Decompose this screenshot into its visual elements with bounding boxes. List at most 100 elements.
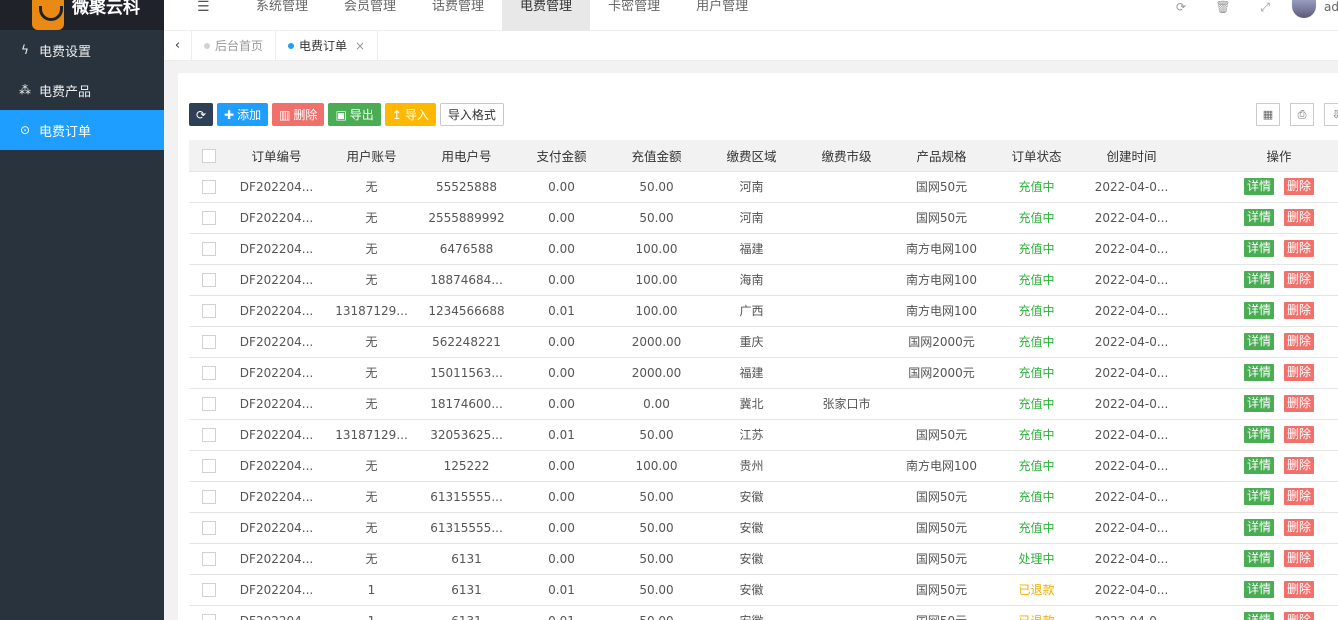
detail-button[interactable]: 详情 (1243, 209, 1274, 226)
row-delete-button[interactable]: 删除 (1284, 457, 1315, 474)
row-delete-button[interactable]: 删除 (1284, 364, 1315, 381)
avatar[interactable] (1292, 0, 1316, 18)
status-cell: 充值中 (989, 419, 1084, 451)
nav-electricity[interactable]: 电费管理 (502, 0, 591, 31)
detail-button[interactable]: 详情 (1243, 271, 1274, 288)
checkbox[interactable] (202, 210, 216, 225)
checkbox[interactable] (202, 303, 216, 318)
menu-toggle-icon[interactable]: ☰ (197, 0, 210, 18)
row-delete-button[interactable]: 删除 (1284, 581, 1315, 598)
trash-icon[interactable]: 🗑 (1202, 0, 1244, 14)
row-delete-button[interactable]: 删除 (1284, 178, 1315, 195)
status-cell: 充值中 (989, 388, 1084, 420)
checkbox[interactable] (202, 365, 216, 380)
delete-button[interactable]: ▥ 删除 (272, 103, 325, 126)
row-delete-button[interactable]: 删除 (1284, 395, 1315, 412)
username[interactable]: admin (1324, 0, 1338, 14)
row-select[interactable] (189, 233, 229, 265)
row-delete-button[interactable]: 删除 (1284, 271, 1315, 288)
sidebar-item-electricity-orders[interactable]: ⊙ 电费订单 (0, 110, 164, 150)
plus-icon: ✚ (224, 107, 235, 122)
row-delete-button[interactable]: 删除 (1284, 333, 1315, 350)
add-button[interactable]: ✚ 添加 (217, 103, 269, 126)
table-cell (799, 481, 894, 513)
nav-users[interactable]: 用户管理 (678, 0, 766, 31)
row-select[interactable] (189, 574, 229, 606)
columns-icon[interactable]: ▦ (1256, 103, 1280, 126)
table-cell: 50.00 (609, 419, 704, 451)
export-button[interactable]: ▣ 导出 (328, 103, 381, 126)
row-select[interactable] (189, 543, 229, 575)
row-select[interactable] (189, 326, 229, 358)
row-select[interactable] (189, 419, 229, 451)
row-select[interactable] (189, 512, 229, 544)
table-cell (799, 171, 894, 203)
detail-button[interactable]: 详情 (1243, 488, 1274, 505)
nav-phone-bill[interactable]: 话费管理 (414, 0, 502, 31)
row-delete-button[interactable]: 删除 (1284, 426, 1315, 443)
row-delete-button[interactable]: 删除 (1284, 519, 1315, 536)
checkbox[interactable] (202, 241, 216, 256)
checkbox[interactable] (202, 396, 216, 411)
nav-card-keys[interactable]: 卡密管理 (590, 0, 678, 31)
checkbox[interactable] (202, 582, 216, 597)
table-cell: 安徽 (704, 481, 799, 513)
close-icon[interactable]: × (355, 39, 365, 53)
row-select[interactable] (189, 202, 229, 234)
row-delete-button[interactable]: 删除 (1284, 302, 1315, 319)
detail-button[interactable]: 详情 (1243, 364, 1274, 381)
row-delete-button[interactable]: 删除 (1284, 209, 1315, 226)
table-row: DF202204... 无 125222 0.00 100.00 贵州 南方电网100 充值中… (189, 450, 1338, 482)
row-delete-button[interactable]: 删除 (1284, 240, 1315, 257)
refresh-icon[interactable]: ⟳ (1160, 0, 1202, 14)
row-delete-button[interactable]: 删除 (1284, 550, 1315, 567)
tab-home[interactable]: 后台首页 (192, 30, 277, 61)
sidebar-item-electricity-products[interactable]: ⁂ 电费产品 (0, 70, 164, 110)
export-table-icon[interactable]: ⇩ (1324, 103, 1338, 126)
detail-button[interactable]: 详情 (1243, 333, 1274, 350)
row-select[interactable] (189, 388, 229, 420)
nav-members[interactable]: 会员管理 (326, 0, 414, 31)
detail-button[interactable]: 详情 (1243, 302, 1274, 319)
checkbox[interactable] (202, 149, 216, 163)
select-all[interactable] (189, 140, 229, 172)
import-button[interactable]: ↥ 导入 (384, 103, 436, 126)
checkbox[interactable] (202, 334, 216, 349)
checkbox[interactable] (202, 272, 216, 287)
checkbox[interactable] (202, 613, 216, 620)
chevron-left-icon[interactable]: ‹ (164, 30, 192, 61)
detail-button[interactable]: 详情 (1243, 395, 1274, 412)
row-select[interactable] (189, 357, 229, 389)
checkbox[interactable] (202, 551, 216, 566)
row-select[interactable] (189, 605, 229, 620)
row-select[interactable] (189, 450, 229, 482)
detail-button[interactable]: 详情 (1243, 457, 1274, 474)
refresh-button[interactable]: ⟳ (189, 103, 213, 126)
detail-button[interactable]: 详情 (1243, 550, 1274, 567)
checkbox[interactable] (202, 489, 216, 504)
row-delete-button[interactable]: 删除 (1284, 488, 1315, 505)
tab-electricity-orders[interactable]: 电费订单 × (276, 30, 379, 61)
row-select[interactable] (189, 295, 229, 327)
row-select[interactable] (189, 171, 229, 203)
nav-system[interactable]: 系统管理 (238, 0, 326, 31)
fullscreen-icon[interactable]: ⤢ (1244, 0, 1286, 14)
sidebar-item-electricity-settings[interactable]: ϟ 电费设置 (0, 30, 164, 70)
detail-button[interactable]: 详情 (1243, 581, 1274, 598)
detail-button[interactable]: 详情 (1243, 519, 1274, 536)
checkbox[interactable] (202, 427, 216, 442)
checkbox[interactable] (202, 458, 216, 473)
checkbox[interactable] (202, 520, 216, 535)
detail-button[interactable]: 详情 (1243, 240, 1274, 257)
print-icon[interactable]: ⎙ (1290, 103, 1314, 126)
detail-button[interactable]: 详情 (1243, 612, 1274, 620)
row-select[interactable] (189, 481, 229, 513)
table-row: DF202204... 无 2555889992 0.00 50.00 河南 国网50元 充值… (189, 202, 1338, 234)
row-delete-button[interactable]: 删除 (1284, 612, 1315, 620)
detail-button[interactable]: 详情 (1243, 178, 1274, 195)
detail-button[interactable]: 详情 (1243, 426, 1274, 443)
checkbox[interactable] (202, 179, 216, 194)
import-format-button[interactable]: 导入格式 (439, 103, 504, 126)
table-cell: 0.00 (514, 357, 609, 389)
row-select[interactable] (189, 264, 229, 296)
